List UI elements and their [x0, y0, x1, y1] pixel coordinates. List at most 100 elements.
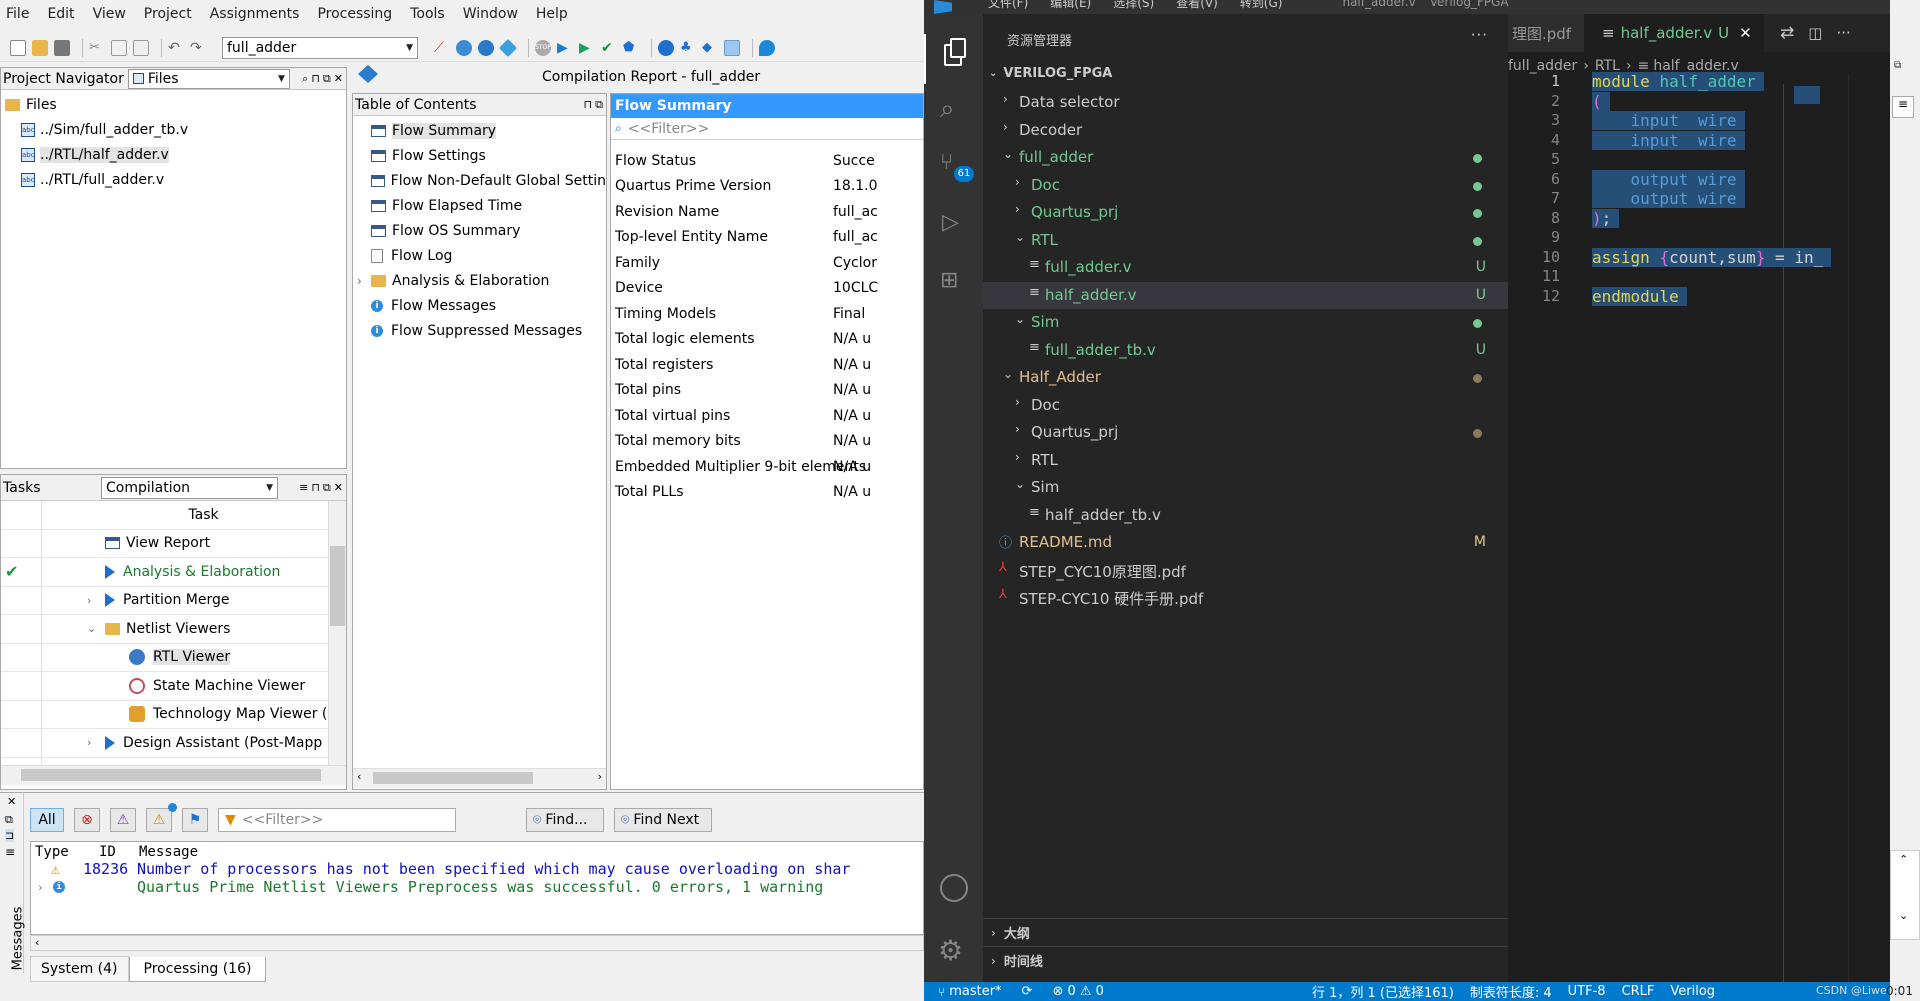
task-column-header[interactable]: Task	[1, 501, 346, 530]
workspace-root[interactable]: ⌄ VERILOG_FPGA	[989, 66, 1112, 81]
explorer-folder[interactable]: › Quartus_prj	[983, 199, 1508, 227]
menu-processing[interactable]: Processing	[317, 6, 392, 22]
open-file-icon[interactable]	[32, 39, 48, 56]
vs-menu-file[interactable]: 文件(F)	[988, 0, 1028, 11]
explorer-folder[interactable]: ⓘ README.md M	[983, 529, 1508, 557]
pin-icon[interactable]: ⊓	[584, 98, 593, 112]
task-state-machine-viewer[interactable]: State Machine Viewer	[1, 672, 346, 701]
filter-info-button[interactable]: ⚑	[182, 808, 208, 832]
new-file-icon[interactable]	[10, 39, 26, 56]
explorer-folder[interactable]: ⌄ Sim	[983, 309, 1508, 337]
gear-icon[interactable]: ⚙	[938, 934, 970, 967]
code-line[interactable]: output wire	[1592, 169, 1745, 189]
task-partition-merge[interactable]: › Partition Merge	[1, 587, 346, 615]
chip-icon[interactable]	[724, 39, 740, 56]
status-branch[interactable]: master*	[949, 984, 1001, 999]
float-icon[interactable]: ⧉	[323, 72, 331, 86]
editor-vscrollbar[interactable]	[1848, 74, 1864, 1001]
filter-warnings-button[interactable]: ⚠	[146, 803, 177, 832]
chevron-right-icon[interactable]: ›	[357, 274, 362, 288]
timequest-icon[interactable]	[658, 39, 674, 56]
start-compilation-icon[interactable]: ▶	[557, 40, 573, 56]
code-line[interactable]: input wire	[1592, 111, 1745, 130]
explorer-folder[interactable]: › Data selector	[983, 89, 1508, 117]
stop-icon[interactable]: STOP	[535, 39, 551, 56]
save-icon[interactable]	[54, 39, 70, 56]
tab-processing[interactable]: Processing (16)	[128, 956, 267, 982]
summary-filter[interactable]: ⌕ <<Filter>>	[611, 118, 923, 140]
toc-flow-elapsed[interactable]: Flow Elapsed Time	[353, 193, 606, 218]
search-icon[interactable]: ⌕	[302, 72, 308, 86]
explorer-folder[interactable]: ⌄ Sim	[983, 474, 1508, 502]
explorer-file[interactable]: ≡ half_adder.v U	[983, 281, 1508, 309]
programmer-icon[interactable]: ◆	[702, 40, 718, 56]
menu-icon[interactable]: ≡	[299, 481, 308, 495]
file-item-selected[interactable]: abc ../RTL/half_adder.v	[1, 142, 346, 167]
run-debug-icon[interactable]: ▷	[942, 210, 970, 238]
close-icon[interactable]: ✕	[334, 481, 343, 495]
menu-window[interactable]: Window	[463, 6, 518, 22]
messages-hscrollbar[interactable]: ‹	[30, 935, 924, 951]
code-line[interactable]: output wire	[1592, 189, 1745, 208]
chevron-down-icon[interactable]: ⌄	[87, 622, 96, 635]
file-item[interactable]: abc ../RTL/full_adder.v	[1, 167, 346, 192]
toc-flow-log[interactable]: Flow Log	[353, 243, 606, 268]
assignment-editor-icon[interactable]: ⟋	[434, 40, 450, 56]
menu-edit[interactable]: Edit	[47, 6, 74, 22]
pin-icon[interactable]: ⊓	[311, 481, 320, 495]
close-icon[interactable]: ✕	[7, 795, 16, 808]
chevron-up-icon[interactable]: ⌃	[1899, 853, 1908, 866]
vs-menu-go[interactable]: 转到(G)	[1240, 0, 1283, 11]
vs-menu-edit[interactable]: 编辑(E)	[1050, 0, 1091, 11]
close-icon[interactable]: ✕	[1739, 24, 1752, 42]
tasks-hscrollbar[interactable]	[1, 765, 346, 785]
code-line[interactable]: input wire	[1592, 130, 1745, 150]
status-language[interactable]: Verilog	[1670, 984, 1715, 999]
sync-icon[interactable]: ⟳	[1022, 984, 1033, 999]
explorer-file[interactable]: ≡ full_adder.v U	[983, 254, 1508, 282]
more-icon[interactable]: ···	[1471, 26, 1488, 44]
flow-combo[interactable]: Compilation ▼	[101, 476, 278, 499]
revision-combo[interactable]: full_adder ▼	[222, 36, 418, 59]
task-design-assistant[interactable]: › Design Assistant (Post-Mapp	[1, 729, 346, 758]
cut-icon[interactable]: ✂	[89, 40, 105, 56]
explorer-folder[interactable]: › Doc	[983, 172, 1508, 200]
menu-project[interactable]: Project	[144, 6, 192, 22]
menu-assignments[interactable]: Assignments	[210, 6, 300, 22]
pin-planner-icon[interactable]	[456, 39, 472, 56]
toc-flow-os[interactable]: Flow OS Summary	[353, 218, 606, 243]
chevron-right-icon[interactable]: ›	[31, 881, 53, 894]
task-analysis-elaboration[interactable]: ✔ Analysis & Elaboration	[1, 558, 346, 587]
menu-tools[interactable]: Tools	[410, 6, 445, 22]
code-line[interactable]: module half_adder	[1592, 72, 1764, 91]
status-problems[interactable]: ⊗ 0 ⚠ 0	[1052, 984, 1104, 999]
explorer-folder[interactable]: › Doc	[983, 392, 1508, 420]
more-icon[interactable]: ···	[1836, 24, 1850, 42]
account-icon[interactable]	[940, 874, 968, 902]
explorer-file[interactable]: ≡ full_adder_tb.v U	[983, 337, 1508, 365]
explorer-folder[interactable]: › Decoder	[983, 117, 1508, 145]
file-item[interactable]: abc ../Sim/full_adder_tb.v	[1, 117, 346, 142]
analysis-synthesis-icon[interactable]: ▶	[579, 40, 595, 56]
chip-planner-icon[interactable]	[498, 38, 518, 57]
extensions-icon[interactable]: ⊞	[940, 268, 968, 296]
minimap[interactable]	[1794, 86, 1820, 104]
source-control-icon[interactable]: ⑂ 61	[940, 150, 974, 182]
timeline-section[interactable]: › 时间线	[983, 946, 1508, 974]
message-row[interactable]: › i Quartus Prime Netlist Viewers Prepro…	[31, 878, 923, 896]
vs-menu-view[interactable]: 查看(V)	[1176, 0, 1218, 11]
status-position[interactable]: 行 1，列 1 (已选择161)	[1312, 982, 1454, 1001]
status-tab-size[interactable]: 制表符长度: 4	[1470, 982, 1552, 1001]
netlist-icon[interactable]: ⬟	[623, 40, 639, 56]
menu-icon[interactable]: ≡	[5, 845, 15, 859]
toc-flow-summary[interactable]: Flow Summary	[353, 118, 606, 143]
explorer-activity[interactable]	[924, 34, 983, 84]
filter-critical-button[interactable]: ⚠	[110, 808, 136, 832]
vs-menu-selection[interactable]: 选择(S)	[1113, 0, 1154, 11]
rtl-viewer-icon[interactable]: ♣	[680, 40, 696, 56]
float-icon[interactable]: ⧉	[5, 813, 13, 827]
float-icon[interactable]: ⧉	[595, 98, 603, 112]
compare-icon[interactable]: ⇄	[1780, 23, 1794, 43]
task-netlist-viewers[interactable]: ⌄ Netlist Viewers	[1, 615, 346, 644]
task-view-report[interactable]: View Report	[1, 530, 346, 558]
